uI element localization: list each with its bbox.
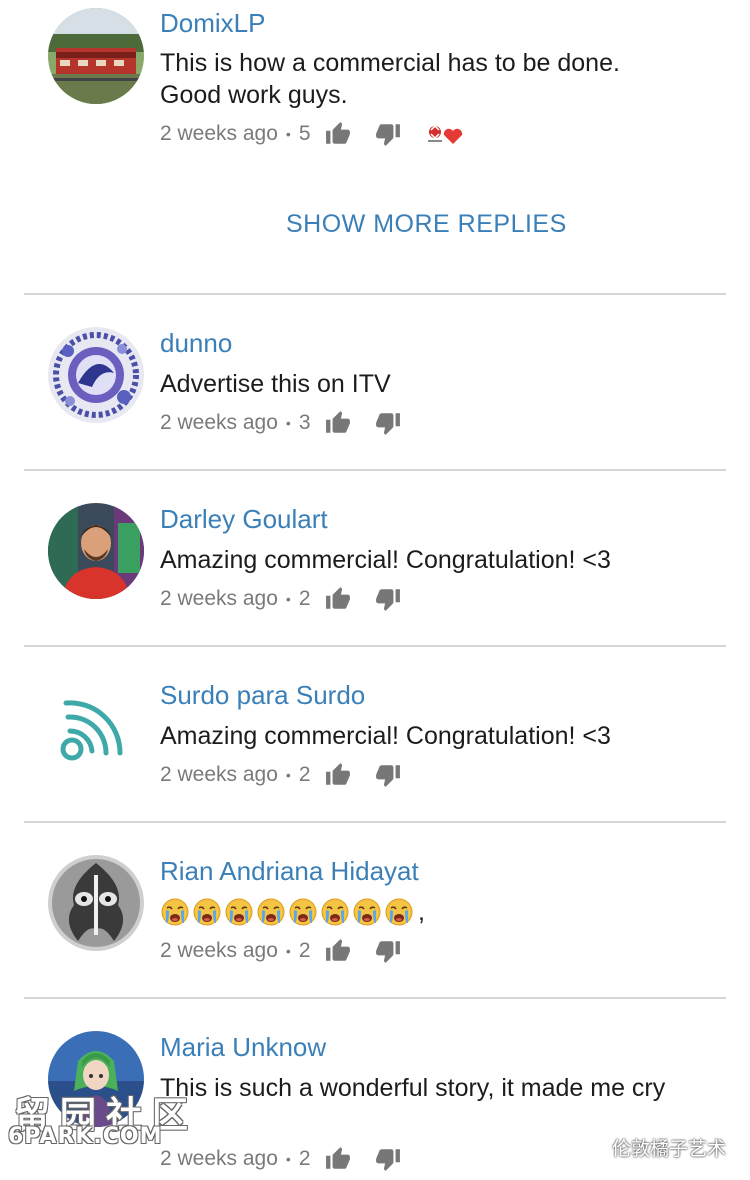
thumb-up-icon[interactable]	[325, 762, 351, 788]
thumb-down-icon[interactable]	[375, 586, 401, 612]
watermark-6park-url: 6PARK.COM	[8, 1124, 163, 1149]
comment-author[interactable]: DomixLP	[160, 8, 265, 39]
comment-text-trailing: ,	[418, 898, 425, 926]
comment-meta: 2 weeks ago • 2	[160, 936, 401, 966]
comment-meta: 2 weeks ago • 3	[160, 408, 401, 438]
comment-meta: 2 weeks ago • 2	[160, 584, 401, 614]
like-count: 2	[298, 587, 311, 610]
comment-meta: 2 weeks ago • 5	[160, 119, 463, 149]
loudly-crying-face-emoji	[160, 897, 190, 927]
comment-author[interactable]: dunno	[160, 328, 232, 359]
comment-text: Advertise this on ITV	[160, 370, 391, 398]
loudly-crying-face-emoji	[352, 897, 382, 927]
comment-text: Amazing commercial! Congratulation! <3	[160, 546, 611, 574]
loudly-crying-face-emoji	[320, 897, 350, 927]
avatar[interactable]	[48, 327, 144, 423]
loudly-crying-face-emoji	[384, 897, 414, 927]
divider	[24, 821, 726, 823]
loudly-crying-face-emoji	[192, 897, 222, 927]
comment-author[interactable]: Rian Andriana Hidayat	[160, 856, 419, 887]
thumb-up-icon[interactable]	[325, 1146, 351, 1172]
like-count: 5	[298, 122, 311, 145]
thumb-down-icon[interactable]	[375, 1146, 401, 1172]
loudly-crying-face-emoji	[256, 897, 286, 927]
thumb-up-icon[interactable]	[325, 938, 351, 964]
thumb-down-icon[interactable]	[375, 410, 401, 436]
avatar[interactable]	[48, 855, 144, 951]
separator-dot: •	[285, 1151, 291, 1167]
separator-dot: •	[285, 943, 291, 959]
comment-text: This is such a wonderful story, it made …	[160, 1074, 666, 1102]
thumb-up-icon[interactable]	[325, 586, 351, 612]
like-count: 2	[298, 939, 311, 962]
avatar[interactable]	[48, 679, 144, 775]
thumb-down-icon[interactable]	[375, 938, 401, 964]
show-more-replies-button[interactable]: SHOW MORE REPLIES	[286, 210, 567, 239]
avatar[interactable]	[48, 8, 144, 104]
comment-text: Amazing commercial! Congratulation! <3	[160, 722, 611, 750]
like-count: 2	[298, 763, 311, 786]
comment-time: 2 weeks ago	[160, 587, 278, 610]
thumb-down-icon[interactable]	[375, 121, 401, 147]
watermark-wechat-text: 伦敦橘子艺术	[611, 1138, 726, 1160]
comment-time: 2 weeks ago	[160, 122, 278, 145]
thumb-up-icon[interactable]	[325, 410, 351, 436]
divider	[24, 293, 726, 295]
comment-time: 2 weeks ago	[160, 1147, 278, 1170]
thumb-up-icon[interactable]	[325, 121, 351, 147]
comment-meta: 2 weeks ago • 2	[160, 1144, 401, 1174]
separator-dot: •	[285, 126, 291, 142]
wechat-icon	[582, 1135, 604, 1160]
separator-dot: •	[285, 767, 291, 783]
loudly-crying-face-emoji	[224, 897, 254, 927]
separator-dot: •	[285, 415, 291, 431]
creator-heart-icon	[425, 122, 463, 146]
comment-time: 2 weeks ago	[160, 939, 278, 962]
comment-time: 2 weeks ago	[160, 763, 278, 786]
loudly-crying-face-emoji	[288, 897, 318, 927]
avatar[interactable]	[48, 503, 144, 599]
comment-time: 2 weeks ago	[160, 411, 278, 434]
comment-meta: 2 weeks ago • 2	[160, 760, 401, 790]
divider	[24, 645, 726, 647]
emoji-row: ,	[160, 896, 680, 928]
thumb-down-icon[interactable]	[375, 762, 401, 788]
divider	[24, 469, 726, 471]
comment-author[interactable]: Maria Unknow	[160, 1032, 326, 1063]
comment-author[interactable]: Darley Goulart	[160, 504, 328, 535]
comment-text: This is how a commercial has to be done.…	[160, 49, 620, 109]
divider	[24, 997, 726, 999]
watermark-wechat: 伦敦橘子艺术	[582, 1134, 726, 1161]
like-count: 2	[298, 1147, 311, 1170]
like-count: 3	[298, 411, 311, 434]
separator-dot: •	[285, 591, 291, 607]
comment-author[interactable]: Surdo para Surdo	[160, 680, 365, 711]
